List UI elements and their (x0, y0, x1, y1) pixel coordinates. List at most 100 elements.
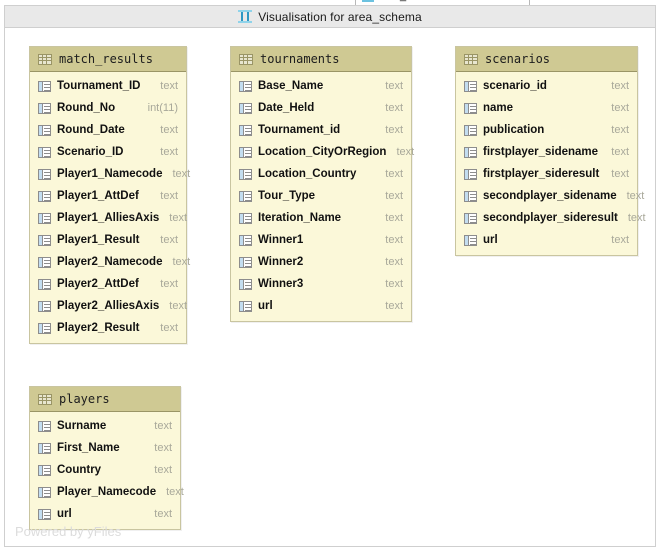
column-type: text (160, 322, 178, 334)
column-row[interactable]: First_Name text (30, 437, 180, 459)
entity-table-tournaments[interactable]: tournaments Base_Name text Date_Held text Tou… (230, 46, 414, 322)
column-row[interactable]: Tournament_ID text (30, 75, 186, 97)
column-row[interactable]: url text (456, 229, 637, 251)
column-row[interactable]: Player_Namecode text (30, 481, 184, 503)
column-row[interactable]: Scenario_ID text (30, 141, 186, 163)
entity-columns: Surname text First_Name text Country text Play… (30, 412, 184, 529)
column-icon (239, 278, 252, 290)
column-row[interactable]: Country text (30, 459, 180, 481)
column-row[interactable]: firstplayer_sideresult text (456, 163, 637, 185)
visualisation-panel-header: Visualisation for area_schema (4, 5, 656, 28)
column-icon (38, 124, 51, 136)
column-name: url (258, 300, 273, 312)
column-row[interactable]: firstplayer_sidename text (456, 141, 637, 163)
column-name: firstplayer_sidename (483, 146, 599, 158)
page-title: Visualisation for area_schema (258, 9, 422, 24)
column-icon (38, 190, 51, 202)
column-name: Country (57, 464, 102, 476)
column-row[interactable]: Winner2 text (231, 251, 411, 273)
column-icon (38, 464, 51, 476)
column-row[interactable]: Iteration_Name text (231, 207, 411, 229)
column-icon (38, 508, 51, 520)
column-type: text (611, 102, 629, 114)
column-icon (239, 234, 252, 246)
column-type: text (385, 256, 403, 268)
column-icon (464, 212, 477, 224)
column-row[interactable]: Base_Name text (231, 75, 411, 97)
column-name: Scenario_ID (57, 146, 124, 158)
column-row[interactable]: url text (30, 503, 180, 525)
column-row[interactable]: url text (231, 295, 411, 317)
column-type: text (160, 146, 178, 158)
entity-header-scenarios[interactable]: scenarios (456, 47, 637, 72)
column-row[interactable]: Surname text (30, 415, 180, 437)
column-type: text (385, 300, 403, 312)
column-name: Player1_AlliesAxis (57, 212, 160, 224)
column-row[interactable]: Player1_AlliesAxis text (30, 207, 187, 229)
column-name: Base_Name (258, 80, 324, 92)
column-name: Round_No (57, 102, 116, 114)
column-row[interactable]: Location_Country text (231, 163, 411, 185)
entity-table-players[interactable]: players Surname text First_Name text Country t… (29, 386, 184, 530)
column-row[interactable]: Location_CityOrRegion text (231, 141, 414, 163)
entity-header-players[interactable]: players (30, 387, 180, 412)
entity-table-scenarios[interactable]: scenarios scenario_id text name text publicat… (455, 46, 646, 256)
column-row[interactable]: Winner1 text (231, 229, 411, 251)
column-icon (239, 212, 252, 224)
entity-header-match_results[interactable]: match_results (30, 47, 186, 72)
column-type: text (385, 234, 403, 246)
column-icon (464, 190, 477, 202)
column-row[interactable]: scenario_id text (456, 75, 637, 97)
entity-title: tournaments (260, 52, 340, 66)
column-icon (464, 124, 477, 136)
column-name: secondplayer_sideresult (483, 212, 618, 224)
column-row[interactable]: Player1_AttDef text (30, 185, 186, 207)
column-row[interactable]: Player2_AttDef text (30, 273, 186, 295)
column-row[interactable]: secondplayer_sideresult text (456, 207, 646, 229)
column-type: text (626, 190, 645, 202)
column-row[interactable]: Date_Held text (231, 97, 411, 119)
column-type: text (154, 508, 172, 520)
column-row[interactable]: Round_No int(11) (30, 97, 186, 119)
column-row[interactable]: Winner3 text (231, 273, 411, 295)
column-icon (239, 102, 252, 114)
column-row[interactable]: name text (456, 97, 637, 119)
column-type: text (611, 124, 629, 136)
column-name: Date_Held (258, 102, 315, 114)
schema-diagram-canvas[interactable]: match_results Tournament_ID text Round_No in… (4, 28, 656, 547)
column-row[interactable]: Round_Date text (30, 119, 186, 141)
column-row[interactable]: Tour_Type text (231, 185, 411, 207)
column-name: Player2_Namecode (57, 256, 163, 268)
column-name: Player2_AlliesAxis (57, 300, 160, 312)
column-type: text (160, 190, 178, 202)
column-type: text (172, 168, 191, 180)
column-icon (38, 442, 51, 454)
column-row[interactable]: Player2_Namecode text (30, 251, 190, 273)
column-icon (38, 322, 51, 334)
entity-header-tournaments[interactable]: tournaments (231, 47, 411, 72)
column-row[interactable]: Tournament_id text (231, 119, 411, 141)
column-icon (464, 102, 477, 114)
column-type: text (611, 234, 629, 246)
table-icon (38, 53, 52, 65)
column-name: Location_CityOrRegion (258, 146, 387, 158)
entity-columns: Tournament_ID text Round_No int(11) Round_Da… (30, 72, 190, 343)
entity-table-match_results[interactable]: match_results Tournament_ID text Round_No in… (29, 46, 190, 344)
column-type: text (166, 486, 184, 498)
column-type: text (385, 102, 403, 114)
column-type: text (154, 442, 172, 454)
column-name: Iteration_Name (258, 212, 342, 224)
column-row[interactable]: Player2_AlliesAxis text (30, 295, 187, 317)
column-row[interactable]: Player1_Namecode text (30, 163, 190, 185)
entity-columns: scenario_id text name text publication text fi… (456, 72, 646, 255)
column-name: secondplayer_sidename (483, 190, 617, 202)
column-type: text (154, 464, 172, 476)
visualisation-icon (238, 10, 253, 23)
yfiles-watermark: Powered by yFiles (15, 524, 122, 539)
column-row[interactable]: publication text (456, 119, 637, 141)
column-icon (38, 420, 51, 432)
column-row[interactable]: secondplayer_sidename text (456, 185, 644, 207)
column-icon (38, 146, 51, 158)
column-row[interactable]: Player2_Result text (30, 317, 186, 339)
column-row[interactable]: Player1_Result text (30, 229, 186, 251)
